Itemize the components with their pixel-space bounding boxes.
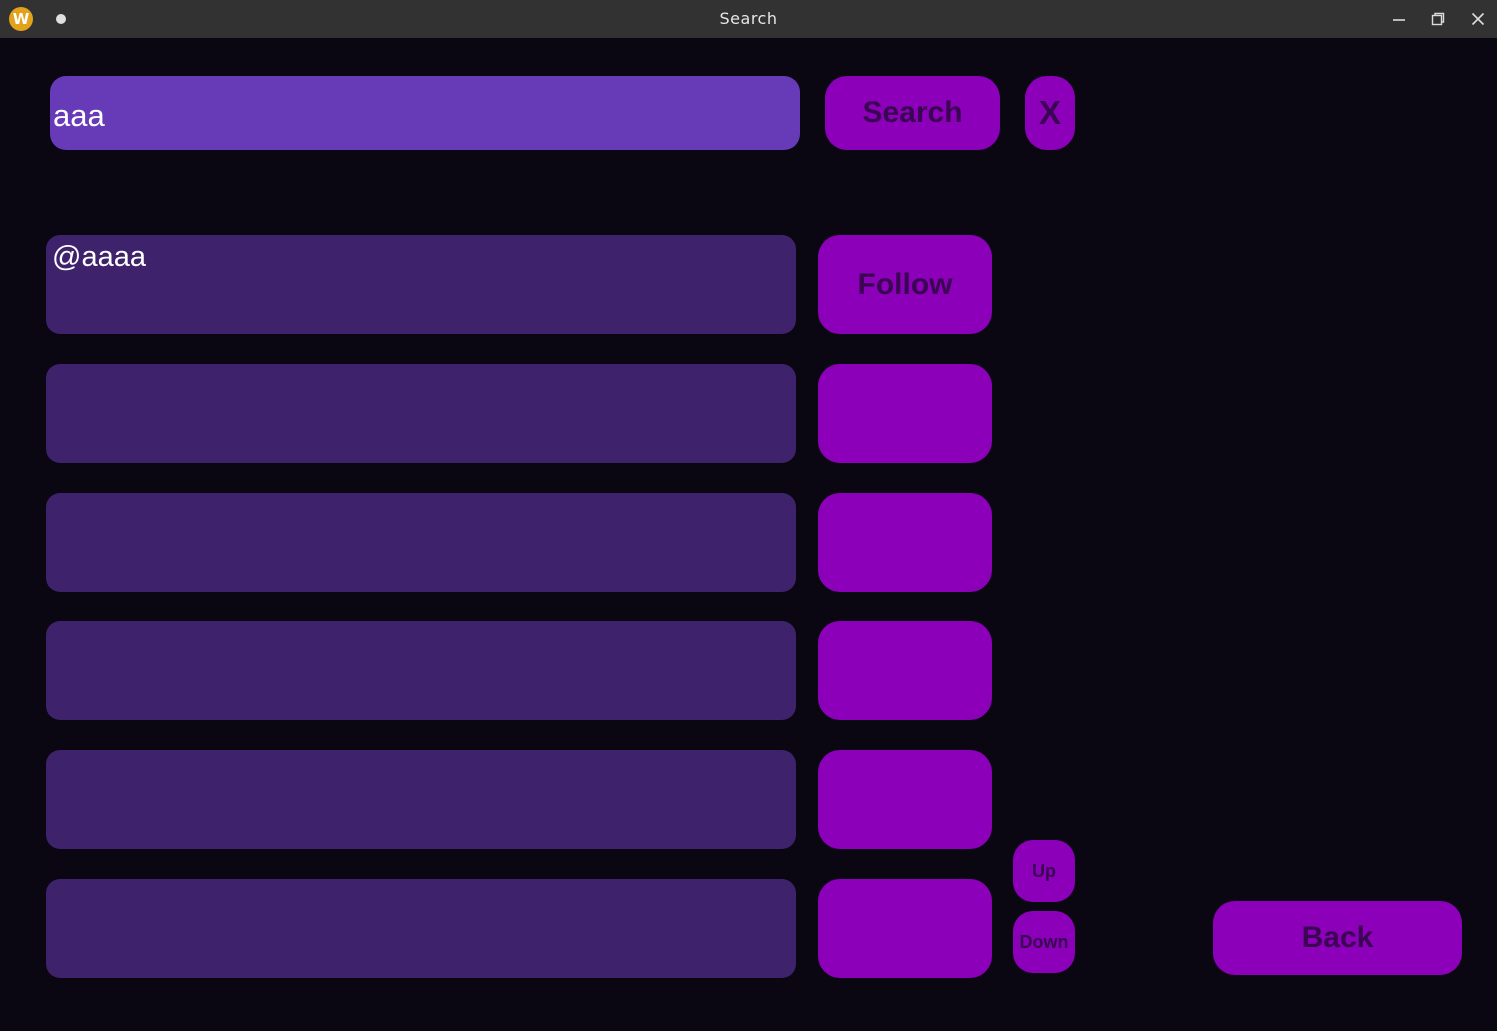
back-button[interactable]: Back: [1213, 901, 1462, 975]
result-row[interactable]: @aaaa: [46, 235, 796, 334]
minimize-icon[interactable]: [1389, 9, 1409, 29]
clear-search-button[interactable]: X: [1025, 76, 1075, 150]
result-row[interactable]: [46, 493, 796, 592]
page-down-button[interactable]: Down: [1013, 911, 1075, 973]
follow-button[interactable]: [818, 493, 992, 592]
restore-icon[interactable]: [1428, 9, 1448, 29]
follow-button[interactable]: [818, 621, 992, 720]
result-row[interactable]: [46, 364, 796, 463]
follow-button[interactable]: [818, 364, 992, 463]
result-row[interactable]: [46, 879, 796, 978]
window-title: Search: [719, 9, 778, 28]
search-button[interactable]: Search: [825, 76, 1000, 150]
search-input[interactable]: [50, 76, 800, 150]
result-row[interactable]: [46, 621, 796, 720]
page-up-button[interactable]: Up: [1013, 840, 1075, 902]
follow-button[interactable]: [818, 879, 992, 978]
follow-button[interactable]: [818, 750, 992, 849]
follow-button[interactable]: Follow: [818, 235, 992, 334]
title-bar: W Search: [0, 0, 1497, 38]
close-icon[interactable]: [1468, 9, 1488, 29]
result-row[interactable]: [46, 750, 796, 849]
